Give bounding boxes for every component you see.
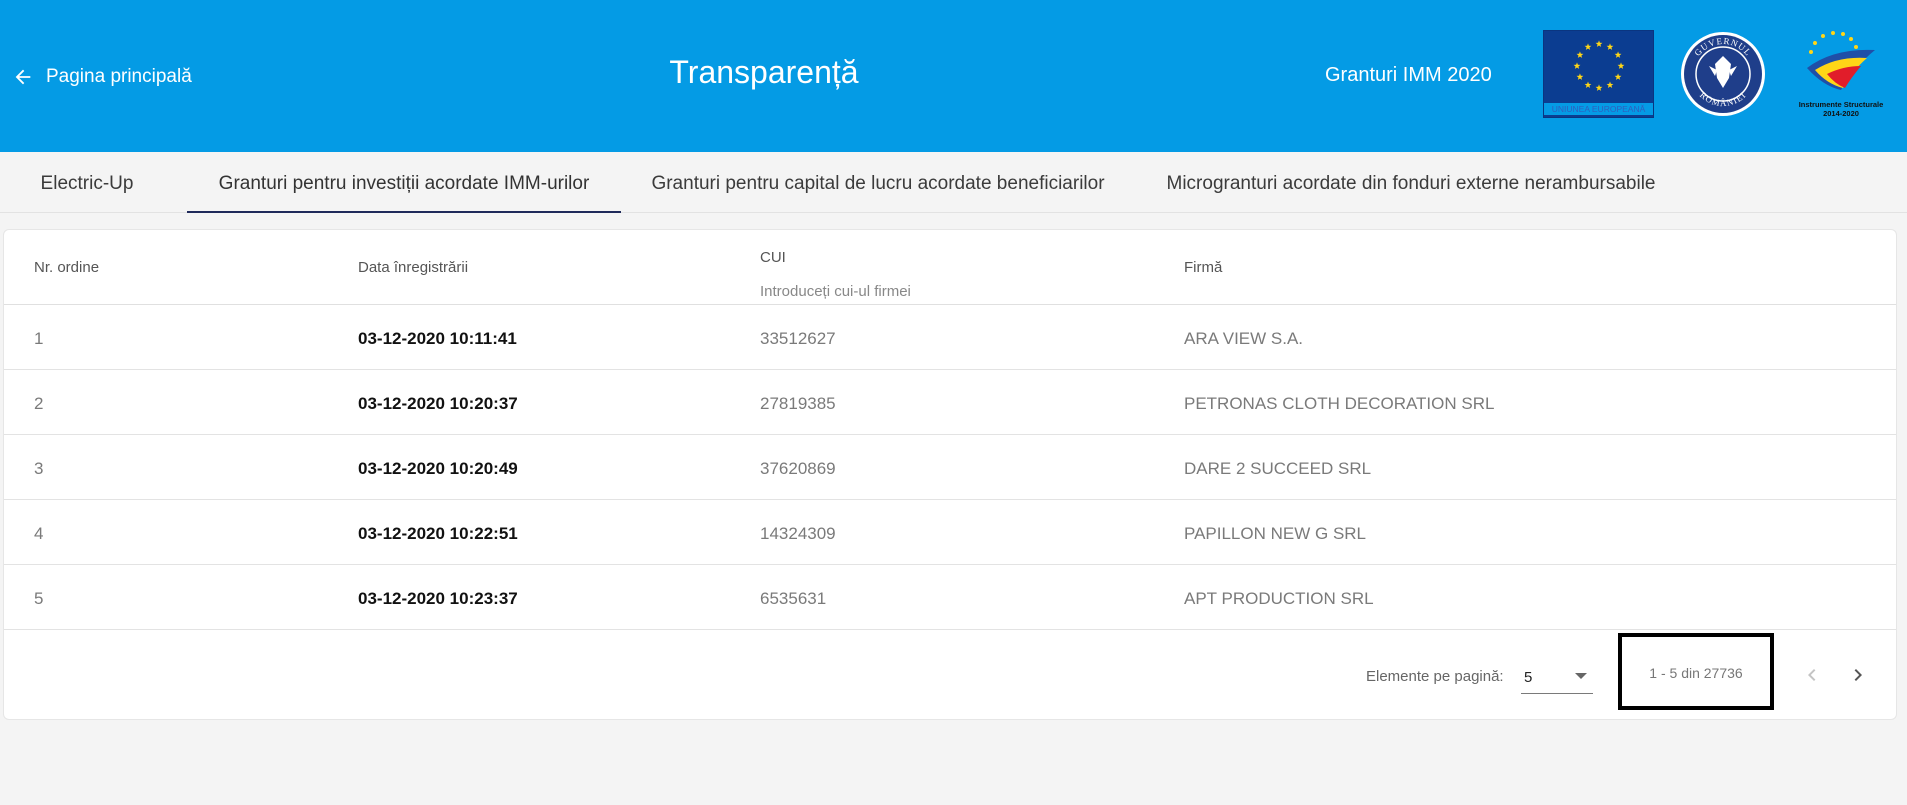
- cell-cui: 27819385: [760, 394, 836, 413]
- cell-cui: 14324309: [760, 524, 836, 543]
- column-header-order[interactable]: Nr. ordine: [34, 259, 99, 276]
- page-size-value: 5: [1524, 669, 1533, 686]
- cell-date: 03-12-2020 10:20:37: [358, 394, 518, 413]
- cell-date: 03-12-2020 10:11:41: [358, 329, 517, 348]
- chevron-right-icon: [1854, 669, 1862, 681]
- structural-instruments-logo: Instrumente Structurale 2014-2020: [1793, 28, 1889, 120]
- page-size-label: Elemente pe pagină:: [1366, 668, 1504, 685]
- cell-date: 03-12-2020 10:22:51: [358, 524, 518, 543]
- cui-filter-input[interactable]: [760, 283, 1060, 300]
- eu-stars-icon: [1573, 40, 1625, 91]
- paginator: Elemente pe pagină: 5 1 - 5 din 27736: [4, 630, 1896, 721]
- table-header: Nr. ordine Data înregistrării CUI Firmă: [4, 230, 1896, 305]
- tab-granturi-investitii[interactable]: Granturi pentru investiții acordate IMM-…: [187, 152, 621, 213]
- eu-logo-text: UNIUNEA EUROPEANĂ: [1544, 103, 1653, 115]
- column-header-date[interactable]: Data înregistrării: [358, 259, 468, 276]
- table-row: 4 03-12-2020 10:22:51 14324309 PAPILLON …: [4, 500, 1896, 565]
- structural-instruments-text: Instrumente Structurale 2014-2020: [1793, 100, 1889, 118]
- cell-order: 3: [34, 459, 44, 478]
- app-name: Granturi IMM 2020: [1325, 64, 1492, 86]
- transparency-table: Nr. ordine Data înregistrării CUI Firmă …: [3, 229, 1897, 720]
- table-row: 3 03-12-2020 10:20:49 37620869 DARE 2 SU…: [4, 435, 1896, 500]
- cell-order: 4: [34, 524, 44, 543]
- tab-electric-up[interactable]: Electric-Up: [0, 152, 174, 213]
- structural-instruments-line1: Instrumente Structurale: [1798, 100, 1884, 109]
- column-header-cui: CUI: [760, 249, 786, 266]
- page-size-select[interactable]: 5: [1521, 660, 1593, 694]
- table-row: 1 03-12-2020 10:11:41 33512627 ARA VIEW …: [4, 305, 1896, 370]
- cell-firm: APT PRODUCTION SRL: [1184, 589, 1374, 608]
- cell-date: 03-12-2020 10:23:37: [358, 589, 518, 608]
- page-title: Transparență: [669, 54, 859, 90]
- cell-cui: 6535631: [760, 589, 827, 608]
- next-page-button[interactable]: [1841, 658, 1875, 692]
- cell-firm: DARE 2 SUCCEED SRL: [1184, 459, 1372, 478]
- table-row: 2 03-12-2020 10:20:37 27819385 PETRONAS …: [4, 370, 1896, 435]
- previous-page-button[interactable]: [1795, 658, 1829, 692]
- cell-firm: PETRONAS CLOTH DECORATION SRL: [1184, 394, 1495, 413]
- caret-down-icon: [1575, 673, 1587, 679]
- cell-order: 5: [34, 589, 44, 608]
- cell-cui: 33512627: [760, 329, 836, 348]
- tab-bar: Electric-Up Granturi pentru investiții a…: [0, 152, 1907, 213]
- column-header-firm: Firmă: [1184, 259, 1223, 276]
- range-label: 1 - 5 din 27736: [1649, 665, 1743, 681]
- romanian-government-seal-logo: GUVERNUL ROMÂNIEI: [1679, 30, 1767, 118]
- cell-order: 2: [34, 394, 44, 413]
- tab-microgranturi[interactable]: Microgranturi acordate din fonduri exter…: [1135, 152, 1687, 213]
- tab-granturi-capital-lucru[interactable]: Granturi pentru capital de lucru acordat…: [621, 152, 1135, 213]
- app-header: Pagina principală Transparență Granturi …: [0, 0, 1907, 152]
- structural-instruments-line2: 2014-2020: [1823, 109, 1859, 118]
- eu-flag-logo: UNIUNEA EUROPEANĂ: [1543, 30, 1654, 118]
- cell-firm: PAPILLON NEW G SRL: [1184, 524, 1367, 543]
- chevron-left-icon: [1808, 669, 1816, 681]
- table-row: 5 03-12-2020 10:23:37 6535631 APT PRODUC…: [4, 565, 1896, 630]
- cell-date: 03-12-2020 10:20:49: [358, 459, 518, 478]
- cell-order: 1: [34, 329, 44, 348]
- cell-cui: 37620869: [760, 459, 836, 478]
- cell-firm: ARA VIEW S.A.: [1184, 329, 1304, 348]
- range-label-box: 1 - 5 din 27736: [1618, 633, 1774, 710]
